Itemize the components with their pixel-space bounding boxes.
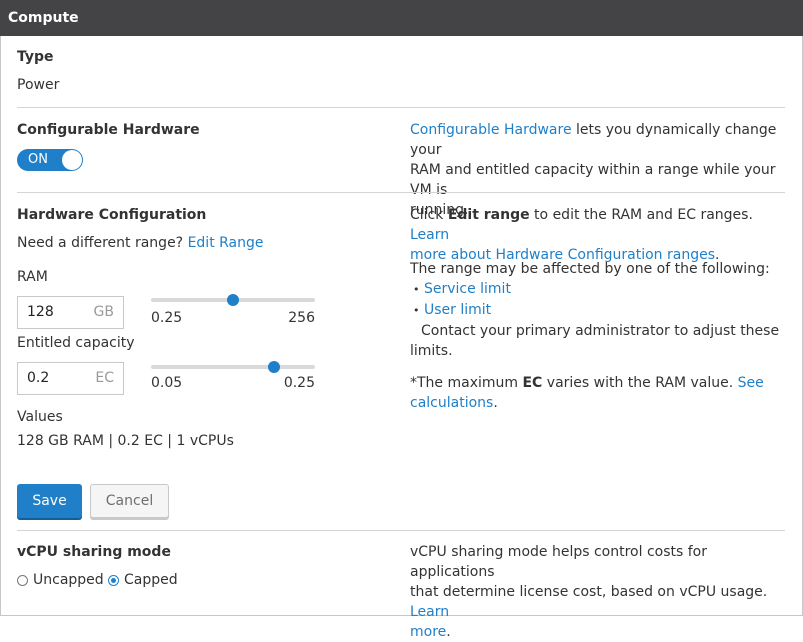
help-click-rest: to edit the RAM and EC ranges.	[529, 207, 753, 223]
see-calculations-link[interactable]: See	[738, 375, 764, 391]
values-label: Values	[17, 409, 63, 425]
range-affects-line: The range may be affected by one of the …	[410, 261, 770, 277]
vcpu-desc-line1: vCPU sharing mode helps control costs fo…	[410, 544, 707, 580]
ram-label: RAM	[17, 269, 48, 285]
values-summary: 128 GB RAM | 0.2 EC | 1 vCPUs	[17, 433, 234, 449]
entitled-capacity-input[interactable]: 0.2 EC	[17, 362, 124, 395]
ec-slider-thumb[interactable]	[268, 361, 280, 373]
capped-label[interactable]: Capped	[124, 572, 178, 588]
panel-header: Compute	[0, 0, 803, 36]
hardware-configuration-label: Hardware Configuration	[17, 207, 207, 223]
bullet-2: •	[413, 304, 420, 317]
learn-more-ranges-link[interactable]: Learn	[410, 227, 449, 243]
toggle-label: ON	[28, 152, 48, 167]
bullet-1: •	[413, 283, 420, 296]
help-edit-range-bold: Edit range	[447, 207, 530, 223]
calc-period: .	[493, 395, 498, 411]
divider	[17, 530, 785, 531]
ram-unit: GB	[93, 304, 114, 320]
max-note-bold: EC	[522, 375, 543, 391]
contact-line2: limits.	[410, 343, 453, 359]
ram-input[interactable]: 128 GB	[17, 296, 124, 329]
uncapped-radio[interactable]	[17, 575, 28, 586]
max-ec-note: *The maximum EC varies with the RAM valu…	[410, 373, 795, 413]
ec-input-value: 0.2	[27, 370, 50, 386]
entitled-capacity-label: Entitled capacity	[17, 335, 135, 351]
toggle-knob	[62, 150, 82, 170]
save-button[interactable]: Save	[17, 484, 82, 518]
max-note-text: *The maximum	[410, 375, 523, 391]
uncapped-label[interactable]: Uncapped	[33, 572, 104, 588]
help-click-text: Click	[410, 207, 448, 223]
configurable-hardware-label: Configurable Hardware	[17, 122, 200, 138]
contact-line1: Contact your primary administrator to ad…	[421, 323, 780, 339]
vcpu-sharing-label: vCPU sharing mode	[17, 544, 171, 560]
type-value: Power	[17, 77, 60, 93]
hardware-help-text: Click Edit range to edit the RAM and EC …	[410, 205, 795, 265]
vcpu-desc-line2: that determine license cost, based on vC…	[410, 584, 768, 600]
divider	[17, 192, 785, 193]
vcpu-period: .	[446, 624, 451, 640]
type-label: Type	[17, 49, 54, 65]
configurable-hardware-toggle[interactable]: ON	[17, 149, 83, 171]
ram-min-label: 0.25	[151, 310, 183, 326]
max-note-rest: varies with the RAM value.	[542, 375, 738, 391]
range-prompt: Need a different range? Edit Range	[17, 235, 264, 251]
vcpu-learn-more-link-cont[interactable]: more	[410, 624, 446, 640]
edit-range-link[interactable]: Edit Range	[188, 235, 264, 251]
ec-unit: EC	[95, 370, 114, 386]
need-range-text: Need a different range?	[17, 235, 184, 251]
ec-max-label: 0.25	[283, 375, 315, 391]
panel-title: Compute	[8, 10, 79, 26]
ram-slider-thumb[interactable]	[227, 294, 239, 306]
see-calculations-link-cont[interactable]: calculations	[410, 395, 493, 411]
service-limit-link[interactable]: Service limit	[424, 281, 511, 297]
configurable-hardware-link[interactable]: Configurable Hardware	[410, 122, 572, 138]
capped-radio[interactable]	[108, 575, 119, 586]
ram-max-label: 256	[288, 310, 315, 326]
ec-min-label: 0.05	[151, 375, 183, 391]
vcpu-learn-more-link[interactable]: Learn	[410, 604, 449, 620]
range-affects-text: The range may be affected by one of the …	[410, 259, 795, 361]
divider	[17, 107, 785, 108]
vcpu-description: vCPU sharing mode helps control costs fo…	[410, 542, 795, 642]
ec-slider-track[interactable]	[151, 365, 315, 369]
ram-input-value: 128	[27, 304, 54, 320]
cancel-button[interactable]: Cancel	[90, 484, 169, 518]
user-limit-link[interactable]: User limit	[424, 302, 491, 318]
